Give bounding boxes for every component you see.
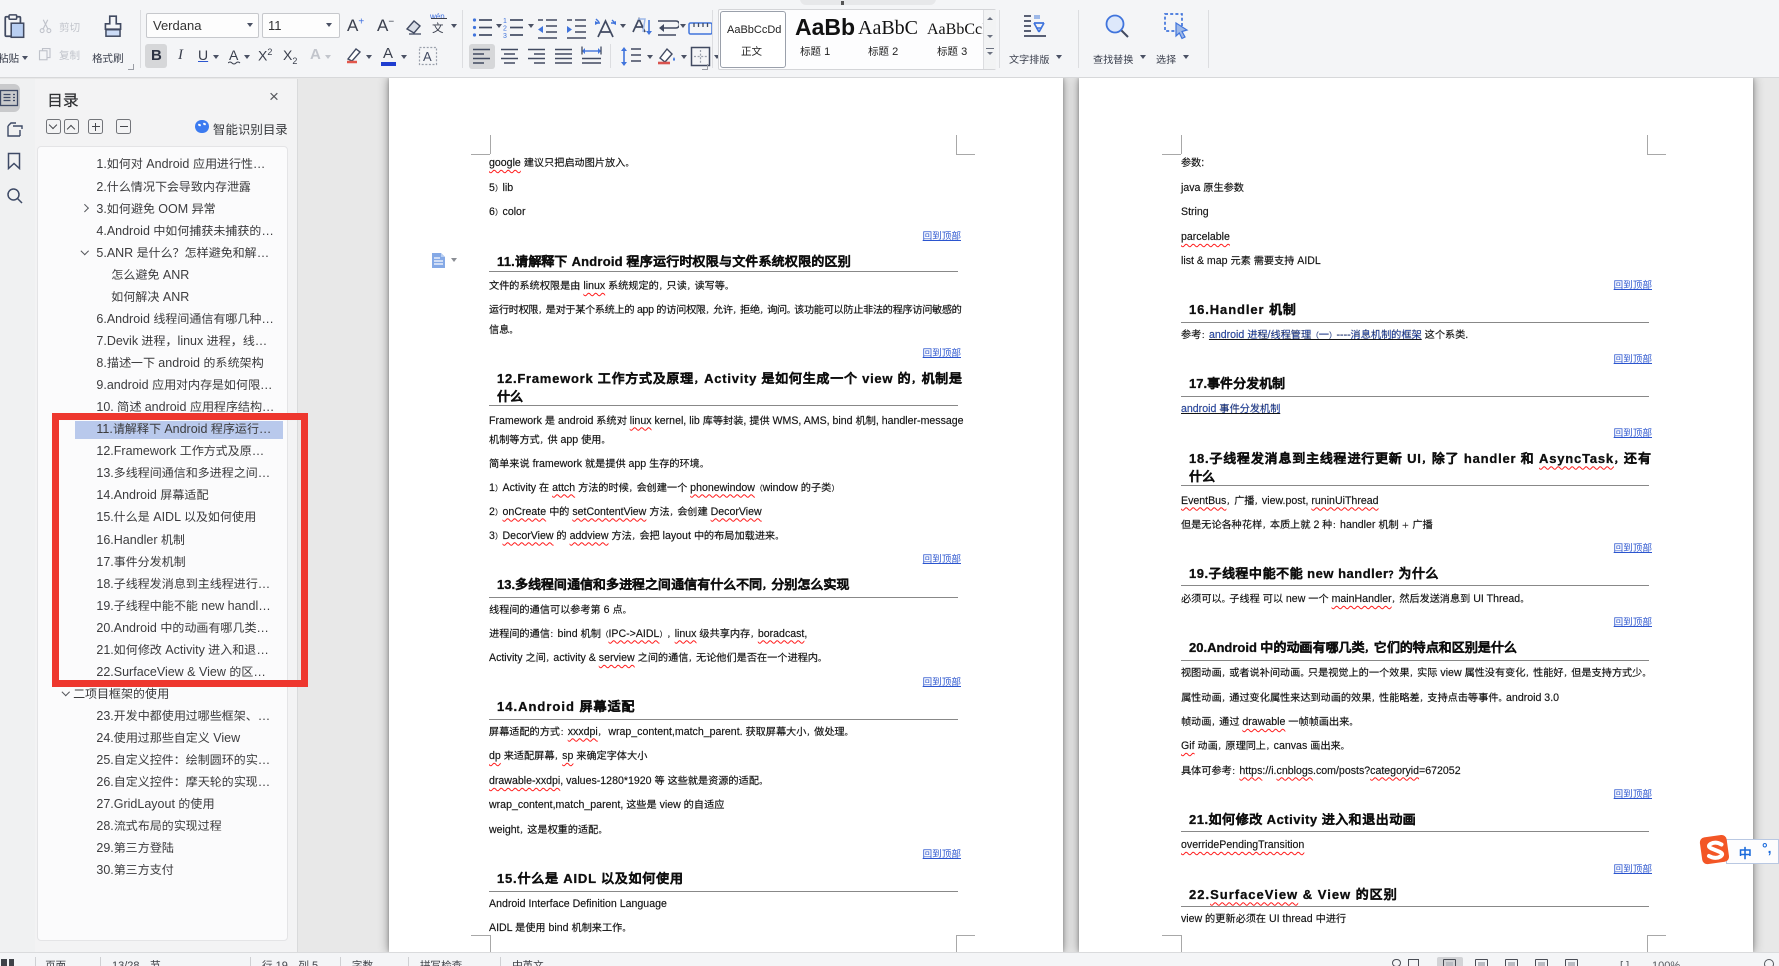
svg-text:1: 1: [503, 18, 507, 25]
svg-text:2: 2: [503, 26, 507, 33]
svg-text:3: 3: [503, 33, 507, 38]
svg-text:A: A: [423, 49, 432, 64]
